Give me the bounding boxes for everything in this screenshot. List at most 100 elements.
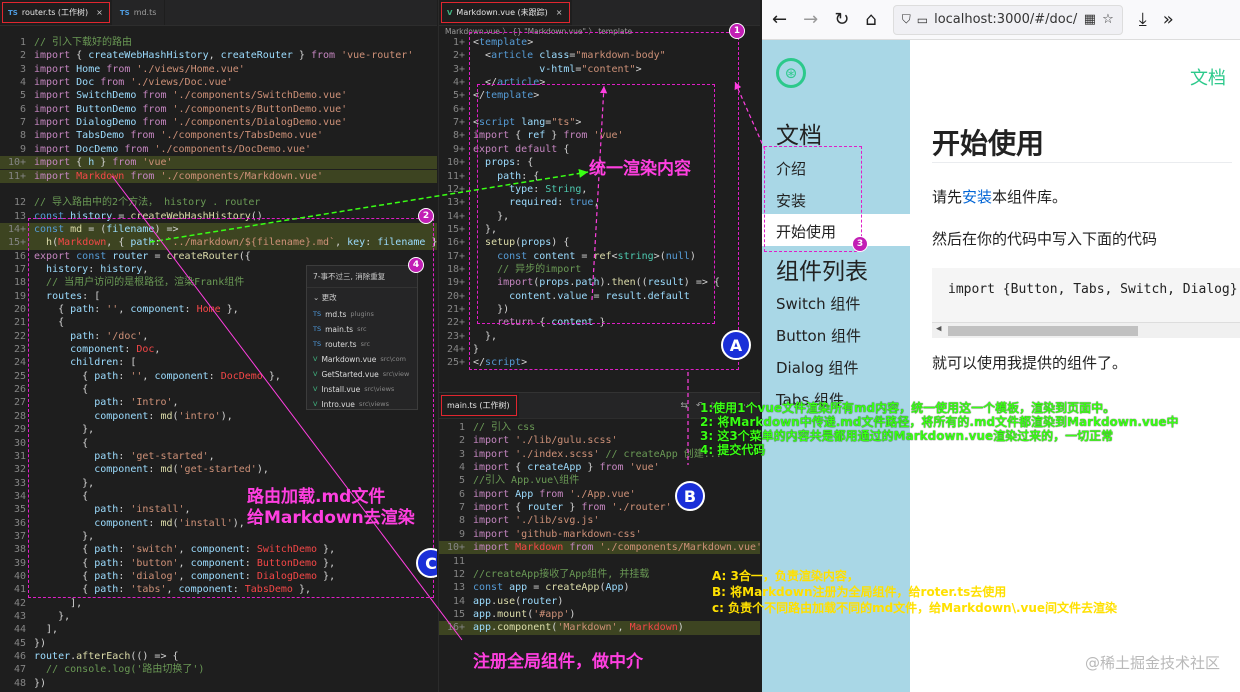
- install-link[interactable]: 安装: [962, 188, 992, 206]
- line-number: 10+: [446, 542, 465, 554]
- line-number: 32: [13, 464, 26, 476]
- line-number: 26: [13, 384, 26, 396]
- code-text: //引入 App.vue\组件: [473, 475, 580, 487]
- page-info-icon[interactable]: ▭: [917, 13, 928, 27]
- code-line[interactable]: 9 import 'github-markdown-css': [439, 528, 760, 541]
- code-line[interactable]: 44 ],: [0, 623, 437, 636]
- code-line[interactable]: 1 // 引入下载好的路由: [0, 36, 437, 49]
- code-text: import './lib/svg.js': [473, 515, 600, 527]
- scrollbar-thumb[interactable]: [948, 326, 1138, 336]
- line-number: 7: [19, 117, 26, 129]
- line-number: 30: [13, 437, 26, 449]
- sidebar-item-dialog[interactable]: Dialog 组件: [776, 357, 859, 378]
- code-line[interactable]: 6 import App from './App.vue': [439, 488, 760, 501]
- download-icon[interactable]: ⤓: [1139, 9, 1147, 30]
- line-number: 24+: [446, 344, 465, 356]
- code-line[interactable]: 46 router.afterEach(() => {: [0, 650, 437, 663]
- code-text: import { router } from './router': [473, 502, 672, 514]
- code-line[interactable]: 6 import ButtonDemo from './components/Bu…: [0, 103, 437, 116]
- code-text: router.afterEach(() => {: [34, 651, 179, 663]
- tab-markdown-vue[interactable]: V Markdown.vue (未跟踪) ×: [439, 0, 572, 25]
- tab-router-ts[interactable]: TS router.ts (工作树) ×: [0, 0, 112, 25]
- tab-md-ts[interactable]: TS md.ts: [112, 0, 166, 25]
- line-number: 11: [452, 555, 465, 567]
- line-number: 2: [458, 435, 465, 447]
- note-line: B: 将Markdown注册为全局组件，给roter.ts去使用: [712, 585, 1007, 599]
- annotation-box-router: [28, 218, 434, 598]
- line-number: 25: [13, 370, 26, 382]
- annotation-line: 给Markdown去渲染: [247, 508, 415, 528]
- line-number: 21+: [446, 304, 465, 315]
- line-number: 16+: [446, 622, 465, 634]
- code-line[interactable]: 7 import DialogDemo from './components/Di…: [0, 116, 437, 129]
- line-number: 19: [13, 290, 26, 302]
- sidebar-item-switch[interactable]: Switch 组件: [776, 293, 860, 314]
- browser-toolbar: ← → ↻ ⌂ ⛉ ▭ localhost:3000/#/doc/ ▦ ☆ ⤓ …: [762, 0, 1240, 40]
- code-line[interactable]: 45}): [0, 637, 437, 650]
- logo-icon[interactable]: ⊛: [776, 58, 806, 88]
- text: 请先: [932, 188, 963, 206]
- line-number: 18+: [446, 263, 465, 275]
- note-line: 4: 提交代码: [700, 443, 766, 457]
- line-number: 12: [13, 197, 26, 209]
- code-line[interactable]: 43 },: [0, 610, 437, 623]
- line-number: 14+: [446, 210, 465, 222]
- code-line[interactable]: 8 import TabsDemo from './components/Tabs…: [0, 129, 437, 142]
- code-line[interactable]: 11+ import Markdown from './components/Ma…: [0, 169, 437, 183]
- typescript-icon: TS: [119, 8, 130, 17]
- code-text: import DialogDemo from './components/Dia…: [34, 117, 348, 129]
- code-line[interactable]: 42 ],: [0, 597, 437, 610]
- code-line[interactable]: 48}): [0, 677, 437, 690]
- line-number: 13: [13, 210, 26, 222]
- line-number: 15+: [446, 223, 465, 235]
- line-number: 14+: [7, 223, 26, 235]
- code-text: },: [34, 611, 71, 623]
- code-line[interactable]: 4 import Doc from './views/Doc.vue': [0, 76, 437, 89]
- address-bar[interactable]: ⛉ ▭ localhost:3000/#/doc/ ▦ ☆: [892, 4, 1123, 35]
- code-line[interactable]: 12 // 导入路由中的2个方法， history . router: [0, 196, 437, 209]
- code-line[interactable]: 3 import Home from './views/Home.vue': [0, 63, 437, 76]
- code-text: import { h } from 'vue': [34, 157, 173, 169]
- line-number: 23: [13, 344, 26, 356]
- line-number: 35: [13, 504, 26, 516]
- annotation-box-sidebar: [764, 146, 862, 252]
- code-line[interactable]: [0, 183, 437, 196]
- sidebar-item-button[interactable]: Button 组件: [776, 325, 861, 346]
- code-line[interactable]: 8 import './lib/svg.js': [439, 514, 760, 527]
- overflow-icon[interactable]: »: [1163, 9, 1174, 30]
- code-line[interactable]: 11: [439, 555, 760, 568]
- code-line[interactable]: 2 import { createWebHashHistory, createRo…: [0, 49, 437, 62]
- code-line[interactable]: 5 import SwitchDemo from './components/Sw…: [0, 89, 437, 102]
- code-text: ],: [34, 597, 83, 609]
- code-line[interactable]: 5 //引入 App.vue\组件: [439, 474, 760, 487]
- line-number: 20+: [446, 290, 465, 302]
- close-icon[interactable]: ×: [556, 8, 563, 17]
- code-line[interactable]: 10+ import Markdown from './components/Ma…: [439, 541, 760, 555]
- code-line[interactable]: 4 import { createApp } from 'vue': [439, 461, 760, 474]
- scroll-left-icon[interactable]: ◀: [936, 324, 941, 334]
- reload-icon[interactable]: ↻: [834, 9, 849, 30]
- note-line: 2: 将Markdown中传递.md文件路径，将所有的.md文件都渲染到Mark…: [700, 415, 1179, 429]
- line-number: 14: [452, 595, 465, 607]
- tab-main-ts[interactable]: main.ts (工作树): [439, 393, 519, 418]
- nav-doc-link[interactable]: 文档: [1190, 64, 1226, 90]
- star-icon[interactable]: ☆: [1102, 12, 1114, 27]
- code-text: app.use(router): [473, 595, 564, 607]
- line-number: 12+: [446, 183, 465, 195]
- annotation-unified-render: 统一渲染内容: [589, 159, 691, 179]
- home-icon[interactable]: ⌂: [865, 9, 876, 30]
- forward-icon[interactable]: →: [803, 9, 818, 30]
- back-icon[interactable]: ←: [772, 9, 787, 30]
- code-line[interactable]: 9 import DocDemo from './components/DocDe…: [0, 143, 437, 156]
- code-line[interactable]: 47 // console.log('路由切换了'): [0, 663, 437, 676]
- annotation-line: 路由加载.md文件: [247, 487, 386, 507]
- code-line[interactable]: 10+ import { h } from 'vue': [0, 156, 437, 170]
- code-line[interactable]: 16+ app.component('Markdown', Markdown): [439, 621, 760, 635]
- close-icon[interactable]: ×: [96, 8, 103, 17]
- note-line: 3: 这3个菜单的内容共是都用通过的Markdown.vue渲染过来的，一切正常: [700, 429, 1114, 443]
- qr-icon[interactable]: ▦: [1084, 12, 1096, 27]
- compare-icon[interactable]: ⇆: [680, 401, 688, 411]
- horizontal-scrollbar[interactable]: ◀: [932, 322, 1240, 338]
- paragraph-install: 请先安装本组件库。: [932, 186, 1067, 207]
- code-line[interactable]: 7 import { router } from './router': [439, 501, 760, 514]
